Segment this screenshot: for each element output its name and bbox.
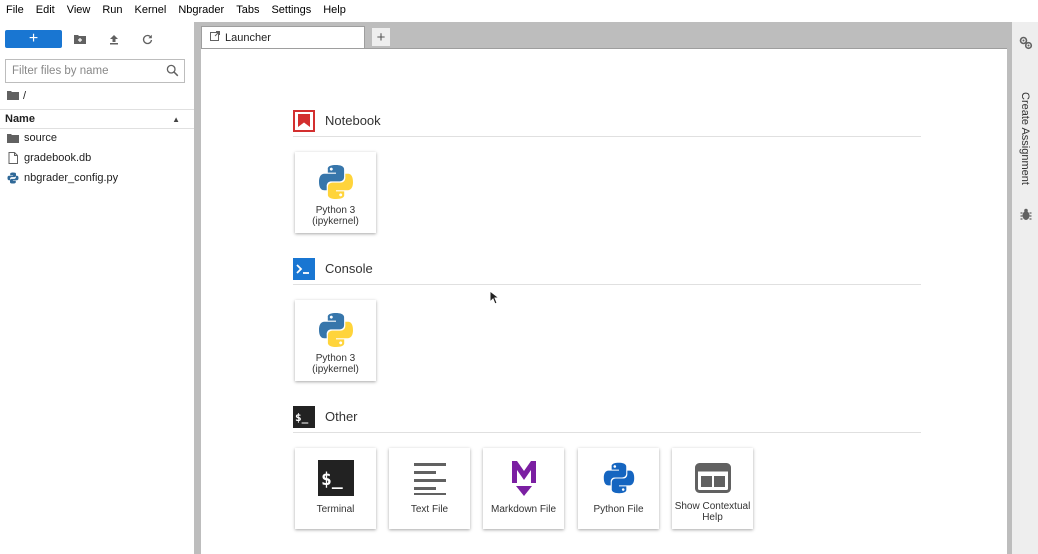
launch-python-file[interactable]: Python File bbox=[578, 448, 659, 529]
breadcrumb: / bbox=[7, 88, 26, 104]
right-sidebar: Create Assignment bbox=[1011, 22, 1038, 554]
section-notebook: Notebook bbox=[293, 105, 921, 137]
breadcrumb-root[interactable]: / bbox=[23, 90, 26, 102]
add-tab-button[interactable]: + bbox=[371, 27, 391, 47]
main-dock-area: Launcher + Notebook Python 3 (ipykernel)… bbox=[195, 22, 1011, 554]
menu-tabs[interactable]: Tabs bbox=[230, 0, 265, 21]
section-console: Console bbox=[293, 253, 921, 285]
create-assignment-tab[interactable]: Create Assignment bbox=[1019, 92, 1031, 185]
python-file-icon bbox=[578, 458, 659, 498]
new-folder-button[interactable] bbox=[68, 30, 92, 48]
folder-icon[interactable] bbox=[7, 90, 19, 103]
new-launcher-button[interactable]: + bbox=[5, 30, 62, 48]
svg-text:$_: $_ bbox=[295, 411, 309, 424]
launcher-tab-icon bbox=[210, 31, 220, 44]
file-row-source[interactable]: source bbox=[0, 128, 194, 148]
card-label: Python 3 (ipykernel) bbox=[312, 205, 359, 227]
menu-bar: File Edit View Run Kernel Nbgrader Tabs … bbox=[0, 0, 1038, 21]
tab-launcher[interactable]: Launcher bbox=[201, 26, 365, 48]
launch-text-file[interactable]: Text File bbox=[389, 448, 470, 529]
svg-text:$_: $_ bbox=[321, 469, 343, 490]
python-logo-icon bbox=[295, 310, 376, 350]
card-label: Python 3 (ipykernel) bbox=[312, 353, 359, 375]
menu-nbgrader[interactable]: Nbgrader bbox=[172, 0, 230, 21]
menu-file[interactable]: File bbox=[0, 0, 30, 21]
tab-bar: Launcher + bbox=[195, 22, 1011, 48]
column-header-name[interactable]: Name ▲ bbox=[0, 109, 194, 129]
file-row-gradebook[interactable]: gradebook.db bbox=[0, 148, 194, 168]
terminal-icon: $_ bbox=[293, 405, 315, 428]
launch-notebook-python3[interactable]: Python 3 (ipykernel) bbox=[295, 152, 376, 233]
launch-terminal[interactable]: $_ Terminal bbox=[295, 448, 376, 529]
launch-markdown-file[interactable]: Markdown File bbox=[483, 448, 564, 529]
file-name: source bbox=[24, 132, 58, 144]
filter-box bbox=[5, 59, 185, 83]
file-icon bbox=[7, 152, 19, 164]
card-label: Python File bbox=[593, 504, 644, 515]
markdown-icon bbox=[483, 458, 564, 498]
column-name-label: Name bbox=[5, 113, 35, 125]
property-inspector-gears-icon[interactable] bbox=[1019, 36, 1033, 53]
card-label: Markdown File bbox=[490, 504, 557, 515]
refresh-button[interactable] bbox=[135, 30, 159, 48]
file-name: gradebook.db bbox=[24, 152, 92, 164]
menu-kernel[interactable]: Kernel bbox=[129, 0, 173, 21]
folder-icon bbox=[7, 132, 19, 144]
python-logo-icon bbox=[295, 162, 376, 202]
section-other: $_ Other bbox=[293, 401, 921, 433]
section-title: Other bbox=[325, 409, 358, 424]
console-icon bbox=[293, 257, 315, 280]
notebook-icon bbox=[293, 109, 315, 132]
tab-label: Launcher bbox=[225, 31, 271, 44]
launch-contextual-help[interactable]: Show Contextual Help bbox=[672, 448, 753, 529]
contextual-help-icon bbox=[672, 458, 753, 498]
card-label: Text File bbox=[410, 504, 449, 515]
section-title: Console bbox=[325, 261, 373, 276]
section-title: Notebook bbox=[325, 113, 381, 128]
python-file-icon bbox=[7, 172, 19, 184]
upload-icon bbox=[110, 34, 118, 44]
launcher-panel: Notebook Python 3 (ipykernel) Console Py… bbox=[201, 48, 1007, 554]
file-browser-toolbar: + bbox=[0, 22, 195, 56]
text-file-icon bbox=[389, 458, 470, 498]
menu-run[interactable]: Run bbox=[96, 0, 128, 21]
terminal-icon: $_ bbox=[295, 458, 376, 498]
new-folder-icon bbox=[74, 35, 86, 44]
search-icon bbox=[166, 64, 179, 80]
upload-button[interactable] bbox=[102, 30, 126, 48]
card-label: Show Contextual Help bbox=[674, 501, 751, 523]
debugger-bug-icon[interactable] bbox=[1020, 208, 1032, 224]
menu-view[interactable]: View bbox=[61, 0, 97, 21]
card-label: Terminal bbox=[316, 504, 355, 515]
sort-caret-icon: ▲ bbox=[172, 115, 180, 124]
file-browser: + / Name ▲ source gradeboo bbox=[0, 22, 195, 554]
launch-console-python3[interactable]: Python 3 (ipykernel) bbox=[295, 300, 376, 381]
refresh-icon bbox=[142, 34, 152, 44]
file-row-nbgrader-config[interactable]: nbgrader_config.py bbox=[0, 168, 194, 188]
mouse-cursor-icon bbox=[489, 289, 501, 308]
menu-edit[interactable]: Edit bbox=[30, 0, 61, 21]
menu-help[interactable]: Help bbox=[317, 0, 352, 21]
file-name: nbgrader_config.py bbox=[24, 172, 119, 184]
menu-settings[interactable]: Settings bbox=[265, 0, 317, 21]
filter-files-input[interactable] bbox=[6, 60, 156, 82]
